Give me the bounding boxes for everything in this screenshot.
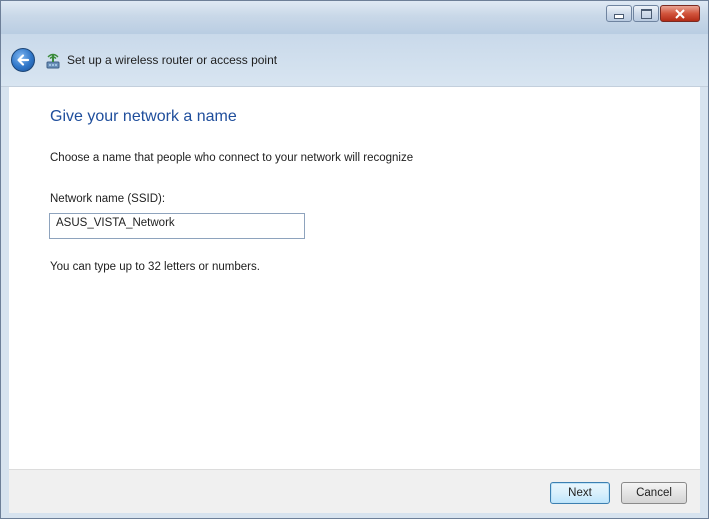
maximize-button[interactable] (633, 5, 659, 22)
wizard-footer: Next Cancel (9, 469, 700, 513)
ssid-input[interactable]: ASUS_VISTA_Network (49, 213, 305, 239)
page-title: Give your network a name (50, 108, 237, 125)
close-button[interactable] (660, 5, 700, 22)
page-description: Choose a name that people who connect to… (50, 152, 414, 164)
back-arrow-icon (17, 54, 30, 66)
next-button[interactable]: Next (550, 482, 610, 504)
wizard-window: Set up a wireless router or access point… (0, 0, 709, 519)
close-icon (675, 8, 685, 19)
title-bar (1, 1, 708, 34)
wireless-network-icon (46, 53, 60, 69)
wizard-nav-bar: Set up a wireless router or access point (1, 34, 708, 87)
window-title: Set up a wireless router or access point (67, 53, 278, 67)
window-controls (606, 5, 700, 22)
minimize-button[interactable] (606, 5, 632, 22)
cancel-button[interactable]: Cancel (621, 482, 687, 504)
minimize-icon (614, 13, 624, 19)
ssid-label: Network name (SSID): (50, 193, 166, 205)
ssid-hint: You can type up to 32 letters or numbers… (50, 261, 260, 273)
maximize-icon (640, 8, 652, 19)
wizard-content: Give your network a name Choose a name t… (9, 87, 700, 469)
back-button[interactable] (11, 48, 35, 72)
